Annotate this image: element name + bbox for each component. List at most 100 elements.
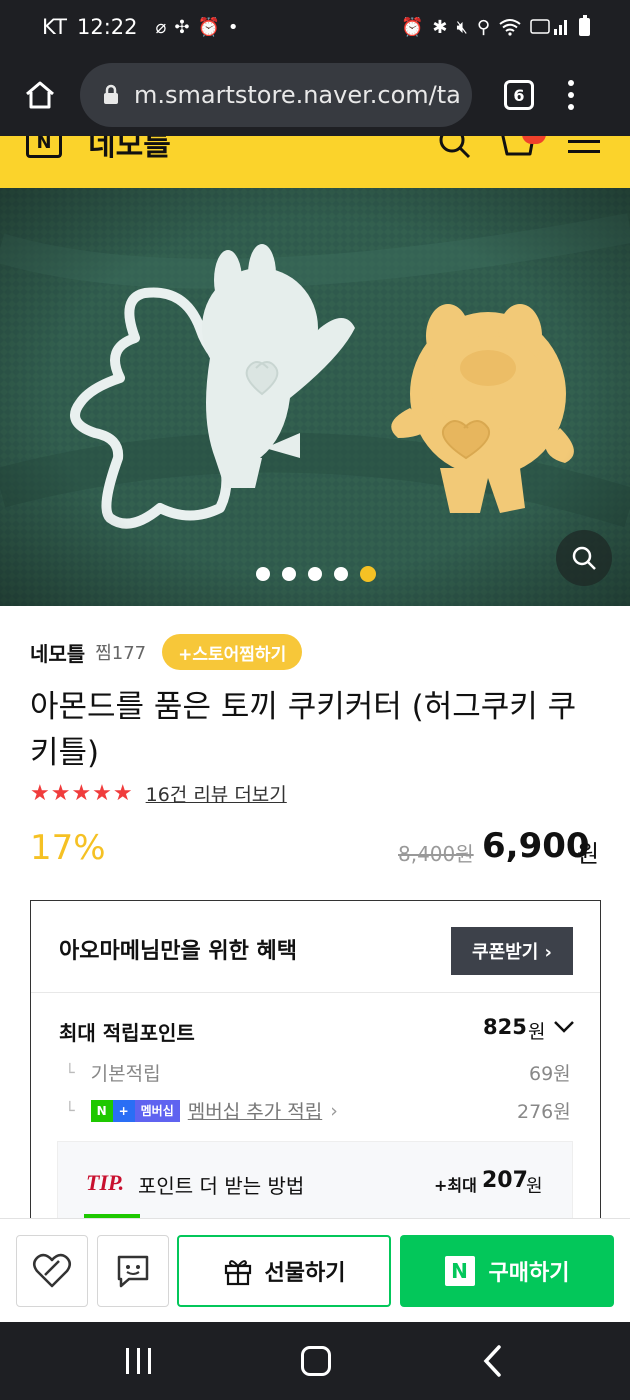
product-photo [0, 188, 630, 606]
clock: 12:22 [76, 15, 138, 39]
tip-unit: 원 [526, 1176, 543, 1197]
benefit-title: 아오마메님만을 위한 혜택 [59, 939, 297, 964]
star-rating: ★★★★★ [30, 781, 134, 806]
pinwheel-icon: ✣ [174, 16, 190, 38]
pagination-dot[interactable] [282, 567, 296, 581]
system-back-button[interactable] [482, 1344, 502, 1382]
status-right: ⏰ ✱ 🔇︎ ⚲ [400, 15, 590, 38]
max-points-unit: 원 [528, 1021, 546, 1043]
original-price: 8,400원 [398, 842, 474, 866]
image-pagination [256, 566, 376, 582]
browser-toolbar: m.smartstore.naver.com/ta 6 [0, 54, 630, 136]
wifi-icon [499, 19, 521, 36]
recents-bar [137, 1348, 140, 1374]
max-points-value: 825 [483, 1015, 527, 1039]
tip-label: TIP. [86, 1170, 125, 1195]
gift-icon [224, 1260, 251, 1286]
menu-dot [568, 80, 574, 86]
buy-button[interactable]: N 구매하기 [400, 1235, 614, 1307]
branch-glyph: └ [65, 1101, 75, 1120]
membership-points-row: └ N + 멤버십 멤버십 추가 적립 › [65, 1097, 338, 1124]
chevron-down-icon [554, 1021, 574, 1033]
chat-icon [117, 1255, 149, 1288]
alarm-status-icon: ⏰ [400, 16, 424, 38]
talk-talk-button[interactable] [97, 1235, 169, 1307]
mute-icon: 🔇︎ [456, 16, 468, 38]
tip-value: 207 [482, 1168, 528, 1193]
tip-text: 포인트 더 받는 방법 [138, 1174, 305, 1198]
status-left: KT 12:22 ⌀ ✣ ⏰ • [42, 15, 238, 39]
gift-button[interactable]: 선물하기 [177, 1235, 391, 1307]
url-text: m.smartstore.naver.com/ta [134, 81, 461, 109]
points-expand-button[interactable] [553, 1019, 575, 1038]
gift-label: 선물하기 [264, 1261, 346, 1286]
recents-bar [126, 1348, 129, 1374]
chevron-right-icon: › [330, 1099, 338, 1122]
search-icon [439, 136, 471, 159]
status-bar: KT 12:22 ⌀ ✣ ⏰ • ⏰ ✱ 🔇︎ ⚲ [0, 0, 630, 54]
home-icon [26, 81, 54, 109]
buy-label: 구매하기 [488, 1261, 570, 1286]
pagination-dot-active[interactable] [360, 566, 376, 582]
capsule-icon: ⌀ [155, 16, 167, 38]
lock-icon [102, 84, 120, 106]
coupon-button[interactable]: 쿠폰받기 › [451, 927, 573, 975]
system-home-button[interactable] [301, 1346, 331, 1376]
badge-n: N [90, 1099, 113, 1122]
bluetooth-icon: ✱ [432, 16, 448, 38]
benefit-box: 아오마메님만을 위한 혜택 쿠폰받기 › 최대 적립포인트 825 원 └ 기본… [30, 900, 601, 1230]
product-title: 아몬드를 품은 토끼 쿠키커터 (허그쿠키 쿠키틀) [30, 689, 577, 771]
system-nav-bar [0, 1322, 630, 1400]
menu-dot [568, 92, 574, 98]
pagination-dot[interactable] [308, 567, 322, 581]
price-unit: 원 [577, 840, 600, 868]
hamburger-bar [568, 150, 600, 153]
badge-text: 멤버십 [134, 1099, 180, 1122]
hd-signal-icon [530, 19, 567, 35]
tab-switcher-button[interactable]: 6 [504, 80, 534, 110]
image-zoom-button[interactable] [556, 530, 612, 586]
pagination-dot[interactable] [334, 567, 348, 581]
hamburger-bar [568, 140, 600, 143]
location-icon: ⚲ [476, 16, 490, 38]
bottom-action-bar: 선물하기 N 구매하기 [0, 1218, 630, 1322]
notification-icons: ⌀ ✣ ⏰ • [156, 17, 239, 38]
alarm-icon: ⏰ [197, 16, 220, 38]
menu-dot [568, 104, 574, 110]
store-header: N 네모틀 [0, 136, 630, 188]
browser-home-button[interactable] [0, 54, 80, 136]
tip-max-label: +최대 [434, 1176, 477, 1195]
store-info-row: 네모틀 찜177 +스토어찜하기 [30, 634, 303, 670]
product-image[interactable] [0, 188, 630, 606]
pagination-dot[interactable] [256, 567, 270, 581]
divider [31, 992, 600, 993]
recents-button[interactable] [126, 1348, 151, 1374]
store-name-link[interactable]: 네모틀 [30, 638, 85, 667]
sale-price: 6,900 [482, 826, 590, 866]
basic-points-label: 기본적립 [90, 1063, 161, 1085]
naver-pay-badge: N [444, 1256, 475, 1286]
basic-points-row: └ 기본적립 [65, 1059, 161, 1086]
store-header-name[interactable]: 네모틀 [88, 136, 171, 164]
browser-menu-button[interactable] [568, 80, 574, 110]
url-bar[interactable]: m.smartstore.naver.com/ta [80, 63, 472, 127]
max-points-label: 최대 적립포인트 [59, 1021, 195, 1045]
store-logo[interactable]: N [26, 136, 62, 158]
recents-bar [148, 1348, 151, 1374]
branch-glyph: └ [65, 1063, 75, 1082]
header-search-button[interactable] [438, 136, 472, 164]
review-link[interactable]: 16건 리뷰 더보기 [146, 780, 287, 807]
membership-link[interactable]: 멤버십 추가 적립 [188, 1097, 322, 1124]
heart-icon [33, 1253, 71, 1288]
tip-box[interactable]: TIP. 포인트 더 받는 방법 +최대 207 원 [57, 1141, 573, 1229]
header-menu-button[interactable] [568, 140, 600, 153]
zzim-count: 찜177 [95, 643, 147, 664]
back-chevron-icon [483, 1345, 501, 1377]
magnifier-icon [572, 546, 596, 570]
more-dot-icon: • [227, 16, 239, 38]
naver-plus-membership-badge: N + 멤버십 [90, 1099, 180, 1122]
battery-icon [579, 15, 590, 36]
discount-rate: 17% [30, 828, 106, 868]
favorite-button[interactable] [16, 1235, 88, 1307]
store-zzim-button[interactable]: +스토어찜하기 [162, 634, 303, 670]
